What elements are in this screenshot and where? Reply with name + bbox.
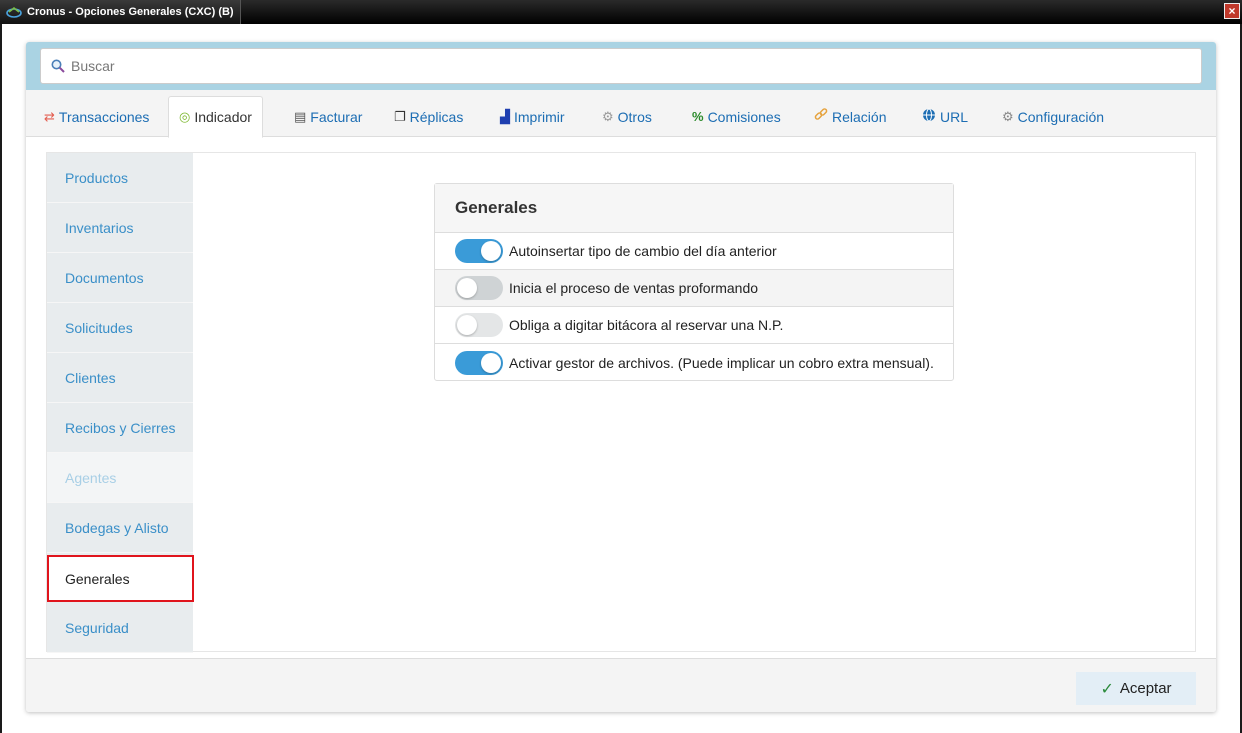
sidebar-item-clientes[interactable]: Clientes [47, 353, 193, 403]
footer-bar: ✓ Aceptar [26, 658, 1216, 712]
toggle-knob [481, 241, 501, 261]
window-title: Cronus - Opciones Generales (CXC) (B) [27, 6, 234, 18]
sidebar-item-seguridad[interactable]: Seguridad [47, 603, 193, 653]
search-icon [51, 59, 65, 73]
copies-icon: ❐ [394, 108, 406, 124]
tab-relacion[interactable]: Relación [804, 96, 896, 137]
toggle-knob [457, 278, 477, 298]
tab-imprimir[interactable]: ▟ Imprimir [490, 96, 575, 137]
check-icon: ✓ [1100, 680, 1114, 698]
tab-label: Relación [832, 108, 887, 125]
search-input[interactable] [71, 58, 1171, 74]
invoice-icon: ▤ [294, 108, 307, 124]
tab-configuracion[interactable]: ⚙ Configuración [992, 96, 1114, 137]
option-row: Obliga a digitar bitácora al reservar un… [435, 307, 953, 344]
tab-indicador[interactable]: ◎ Indicador [168, 96, 263, 138]
tab-label: Transacciones [58, 108, 150, 125]
sidebar-item-documentos[interactable]: Documentos [47, 253, 193, 303]
target-icon: ◎ [179, 109, 191, 124]
window-title-tab[interactable]: Cronus - Opciones Generales (CXC) (B) [0, 0, 241, 24]
search-bar [26, 42, 1216, 90]
option-label: Obliga a digitar bitácora al reservar un… [509, 317, 784, 333]
option-row: Inicia el proceso de ventas proformando [435, 270, 953, 307]
globe-icon [922, 108, 936, 125]
proforma-sales-toggle[interactable] [455, 276, 503, 300]
gear-icon: ⚙ [1002, 108, 1014, 124]
options-panel: ⇄ Transacciones ◎ Indicador ▤ Facturar ❐… [26, 42, 1216, 712]
toggle-knob [481, 352, 501, 373]
tab-label: Réplicas [409, 108, 464, 125]
sidebar-item-solicitudes[interactable]: Solicitudes [47, 303, 193, 353]
file-manager-toggle[interactable] [455, 350, 503, 375]
accept-label: Aceptar [1119, 680, 1172, 697]
tab-bar: ⇄ Transacciones ◎ Indicador ▤ Facturar ❐… [26, 90, 1216, 138]
window-titlebar: Cronus - Opciones Generales (CXC) (B) × [0, 0, 1242, 24]
chart-icon: ▟ [500, 108, 510, 124]
accept-button[interactable]: ✓ Aceptar [1076, 672, 1196, 705]
close-icon[interactable]: × [1224, 3, 1240, 19]
tab-label: Imprimir [514, 108, 565, 125]
tab-label: Indicador [194, 109, 252, 125]
tab-label: Comisiones [707, 108, 781, 125]
sidebar-item-generales[interactable]: Generales [47, 555, 194, 602]
tab-label: Facturar [310, 108, 363, 125]
sidebar: Productos Inventarios Documentos Solicit… [47, 153, 194, 653]
tab-label: Otros [617, 108, 652, 125]
generales-card: Generales Autoinsertar tipo de cambio de… [434, 183, 954, 381]
autoinsert-exchange-rate-toggle[interactable] [455, 239, 503, 263]
sidebar-item-bodegas-y-alisto[interactable]: Bodegas y Alisto [47, 503, 193, 553]
tab-facturar[interactable]: ▤ Facturar [284, 96, 372, 137]
tab-comisiones[interactable]: % Comisiones [682, 96, 791, 137]
tab-url[interactable]: URL [912, 96, 978, 137]
tab-otros[interactable]: ⚙ Otros [592, 96, 662, 137]
sidebar-item-agentes: Agentes [47, 453, 193, 503]
gears-icon: ⚙ [602, 108, 614, 124]
option-label: Activar gestor de archivos. (Puede impli… [509, 354, 934, 371]
transfer-icon: ⇄ [44, 108, 55, 124]
sidebar-item-inventarios[interactable]: Inventarios [47, 203, 193, 253]
require-log-toggle [455, 313, 503, 337]
app-logo-icon [6, 6, 22, 18]
sidebar-item-productos[interactable]: Productos [47, 153, 193, 203]
sidebar-item-recibos-y-cierres[interactable]: Recibos y Cierres [47, 403, 193, 453]
card-title: Generales [435, 184, 953, 233]
option-label: Inicia el proceso de ventas proformando [509, 280, 759, 296]
search-box[interactable] [40, 48, 1202, 84]
toggle-knob [457, 315, 477, 335]
tab-replicas[interactable]: ❐ Réplicas [384, 96, 473, 137]
tab-label: URL [940, 108, 969, 125]
link-icon [814, 108, 828, 125]
tab-label: Configuración [1017, 108, 1105, 125]
tab-transacciones[interactable]: ⇄ Transacciones [34, 96, 159, 137]
option-row: Autoinsertar tipo de cambio del día ante… [435, 233, 953, 270]
percent-icon: % [692, 109, 704, 124]
option-row: Activar gestor de archivos. (Puede impli… [435, 344, 953, 381]
option-label: Autoinsertar tipo de cambio del día ante… [509, 243, 777, 259]
